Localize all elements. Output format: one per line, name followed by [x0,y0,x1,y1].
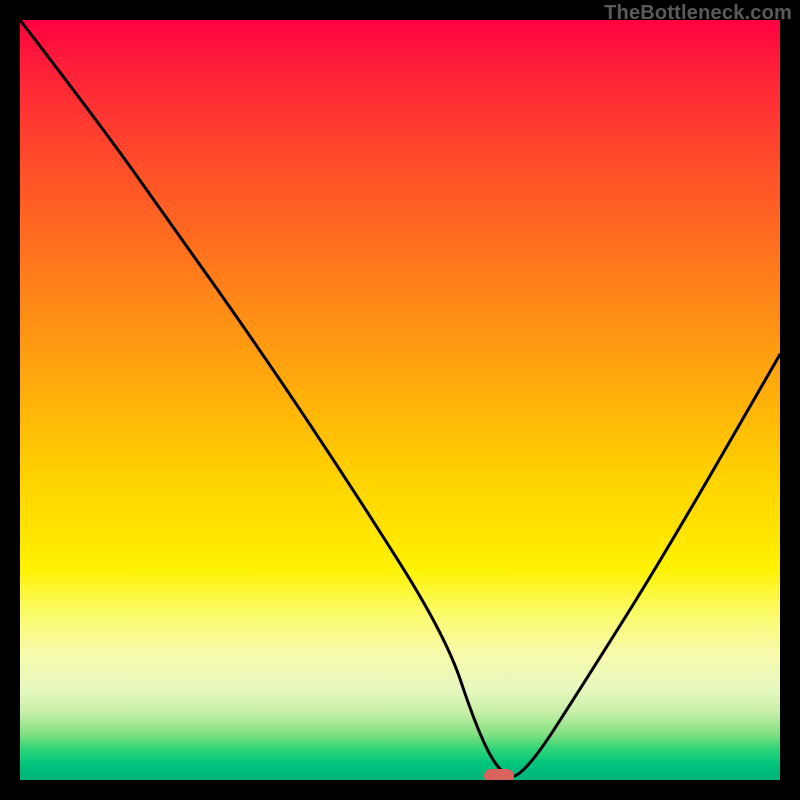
bottleneck-chart: TheBottleneck.com [0,0,800,800]
bottleneck-curve [20,20,780,776]
curve-layer [20,20,780,780]
plot-area [20,20,780,780]
watermark-text: TheBottleneck.com [604,2,792,25]
optimal-point-marker [484,769,514,780]
